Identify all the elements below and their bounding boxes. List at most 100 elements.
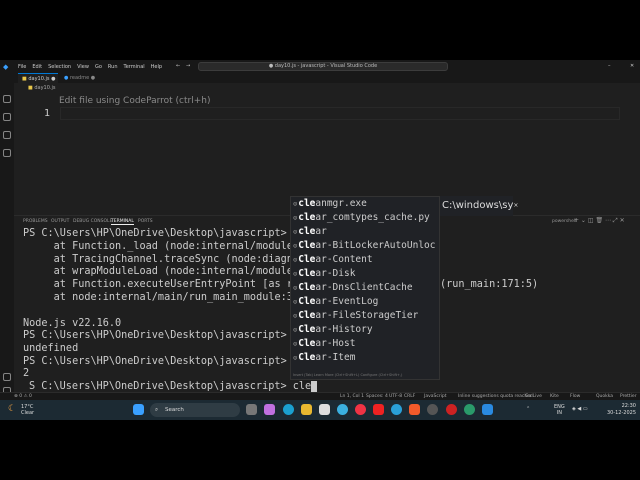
menu-go[interactable]: Go [95, 64, 102, 70]
store-icon[interactable] [319, 404, 330, 415]
edge-icon[interactable] [283, 404, 294, 415]
weather-widget[interactable]: 17°C Clear [21, 404, 34, 416]
region-code: IN [556, 410, 562, 416]
status-position[interactable]: Ln 1, Col 1 [340, 394, 364, 399]
menu-help[interactable]: Help [151, 64, 162, 70]
tray-chevron-icon[interactable]: ⌃ [526, 406, 530, 412]
menu-terminal[interactable]: Terminal [124, 64, 145, 70]
brave-icon[interactable] [409, 404, 420, 415]
terminal-line: at Function.executeUserEntryPoint [as ru… [23, 279, 318, 290]
status-encoding[interactable]: UTF-8 [389, 394, 402, 399]
menu-edit[interactable]: Edit [32, 64, 42, 70]
taskbar-search[interactable]: ⌕ Search [150, 403, 240, 417]
network-volume-battery-icon[interactable]: ◈ ◀ ▭ [572, 406, 588, 412]
taskbar: ☾ 17°C Clear ⌕ Search ⌃ ENG IN ◈ ◀ ▭ 22:30 3… [0, 400, 640, 420]
status-inline-suggestions[interactable]: Inline suggestions quota reached [458, 394, 533, 399]
suggestion-item[interactable]: ⊙Clear-Host [293, 337, 355, 351]
source-control-icon[interactable] [3, 113, 11, 121]
status-golive[interactable]: Go Live [525, 394, 542, 399]
tab-ports[interactable]: PORTS [138, 219, 153, 224]
app-red-icon[interactable] [373, 404, 384, 415]
terminal-prompt-text: S C:\Users\HP\OneDrive\Desktop\javascrip… [29, 381, 312, 392]
edge-beta-icon[interactable] [337, 404, 348, 415]
suggestion-detail-text: C:\windows\sy [442, 200, 514, 211]
vscode-logo-icon: ◆ [3, 63, 9, 71]
search-icon[interactable] [3, 95, 11, 103]
tab-label: day10.js [28, 76, 50, 82]
terminal-line: at node:internal/main/run_main_module:36… [23, 292, 318, 303]
suggestion-item[interactable]: ⊙cleanmgr.exe [293, 197, 367, 211]
status-bar: ⊗ 0 ⚠ 0 Ln 1, Col 1 Spaces: 4 UTF-8 CRLF… [0, 392, 640, 400]
start-icon[interactable] [133, 404, 144, 415]
extensions-icon[interactable] [3, 149, 11, 157]
tab-problems[interactable]: PROBLEMS [23, 219, 48, 224]
menu-selection[interactable]: Selection [48, 64, 71, 70]
editor-tabs: ■ day10.js ● ● readme ● [14, 73, 640, 83]
menu-run[interactable]: Run [108, 64, 118, 70]
date: 30-12-2025 [606, 410, 636, 416]
suggestion-item[interactable]: ⊙Clear-BitLockerAutoUnloc [293, 239, 436, 253]
activity-bar [0, 73, 14, 400]
status-problems[interactable]: ⊗ 0 ⚠ 0 [14, 394, 32, 399]
terminal-line: at wrapModuleLoad (node:internal/modules… [23, 266, 318, 277]
github-icon[interactable] [427, 404, 438, 415]
run-debug-icon[interactable] [3, 131, 11, 139]
status-language[interactable]: JavaScript [424, 394, 447, 399]
breadcrumb[interactable]: ■ day10.js [28, 83, 55, 93]
task-view-icon[interactable] [246, 404, 257, 415]
editor-hint: Edit file using CodeParrot (ctrl+h) [59, 96, 211, 106]
suggestion-item[interactable]: ⊙Clear-DnsClientCache [293, 281, 413, 295]
suggestion-item[interactable]: ⊙Clear-EventLog [293, 295, 378, 309]
time: 22:30 [621, 403, 636, 409]
tab-day10[interactable]: ■ day10.js ● [18, 73, 58, 83]
status-flow[interactable]: Flow [570, 394, 580, 399]
terminal-line: PS C:\Users\HP\OneDrive\Desktop\javascri… [23, 228, 312, 239]
opera-icon[interactable] [446, 404, 457, 415]
search-icon: ⌕ [155, 407, 159, 413]
suggestion-item[interactable]: ⊙Clear-Content [293, 253, 373, 267]
status-spaces[interactable]: Spaces: 4 [366, 394, 388, 399]
weather-desc: Clear [21, 410, 35, 416]
language-indicator[interactable]: ENG IN [554, 404, 565, 416]
suggestion-item[interactable]: ⊙Clear-Disk [293, 267, 355, 281]
chrome-icon[interactable] [355, 404, 366, 415]
forward-arrow-icon[interactable]: → [186, 63, 190, 69]
status-kite[interactable]: Kite [550, 394, 559, 399]
vscode-taskbar-icon[interactable] [482, 404, 493, 415]
app-green-icon[interactable] [464, 404, 475, 415]
status-eol[interactable]: CRLF [404, 394, 415, 399]
title-bar: ◆ File Edit Selection View Go Run Terminal Help… [0, 60, 640, 73]
suggestion-item[interactable]: ⊙clear [293, 225, 327, 239]
close-icon[interactable]: ✕ [630, 63, 634, 69]
tab-debug-console[interactable]: DEBUG CONSOLE [73, 219, 112, 224]
menu-view[interactable]: View [77, 64, 89, 70]
suggestion-item[interactable]: ⊙Clear-Item [293, 351, 355, 365]
status-prettier[interactable]: Prettier [620, 394, 637, 399]
suggestion-item[interactable]: ⊙Clear-History [293, 323, 373, 337]
telegram-icon[interactable] [391, 404, 402, 415]
tab-label: readme [69, 75, 90, 81]
back-arrow-icon[interactable]: ← [176, 63, 180, 69]
tab-output[interactable]: OUTPUT [51, 219, 69, 224]
close-detail-icon[interactable]: × [513, 202, 518, 209]
file-explorer-icon[interactable] [301, 404, 312, 415]
account-icon[interactable] [3, 373, 11, 381]
tab-readme[interactable]: ● readme ● [60, 73, 100, 83]
suggestion-footer: Insert (Tab) Learn More (Ctrl+Shift+L) C… [293, 373, 403, 377]
search-label: Search [165, 407, 184, 413]
minimize-icon[interactable]: – [608, 63, 611, 69]
suggestion-detail: C:\windows\sy× [440, 196, 518, 216]
panel-actions[interactable]: + ⌄ ◫ 🗑 ⋯ ⤢ ✕ [574, 217, 625, 225]
menu-file[interactable]: File [18, 64, 26, 70]
editor[interactable]: Edit file using CodeParrot (ctrl+h) 1 [14, 93, 640, 213]
clock[interactable]: 22:30 30-12-2025 [607, 403, 636, 417]
line-number: 1 [44, 108, 51, 119]
copilot-icon[interactable] [264, 404, 275, 415]
terminal-shell-label[interactable]: powershell [552, 219, 576, 224]
suggestion-list: ⊙cleanmgr.exe ⊙clear_comtypes_cache.py ⊙… [290, 196, 440, 380]
status-quokka[interactable]: Quokka [596, 394, 613, 399]
suggestion-item[interactable]: ⊙Clear-FileStorageTier [293, 309, 418, 323]
suggestion-item[interactable]: ⊙clear_comtypes_cache.py [293, 211, 430, 225]
command-center[interactable]: ● day10.js - javascript - Visual Studio … [198, 62, 448, 71]
terminal-line: PS C:\Users\HP\OneDrive\Desktop\javascri… [23, 356, 312, 367]
